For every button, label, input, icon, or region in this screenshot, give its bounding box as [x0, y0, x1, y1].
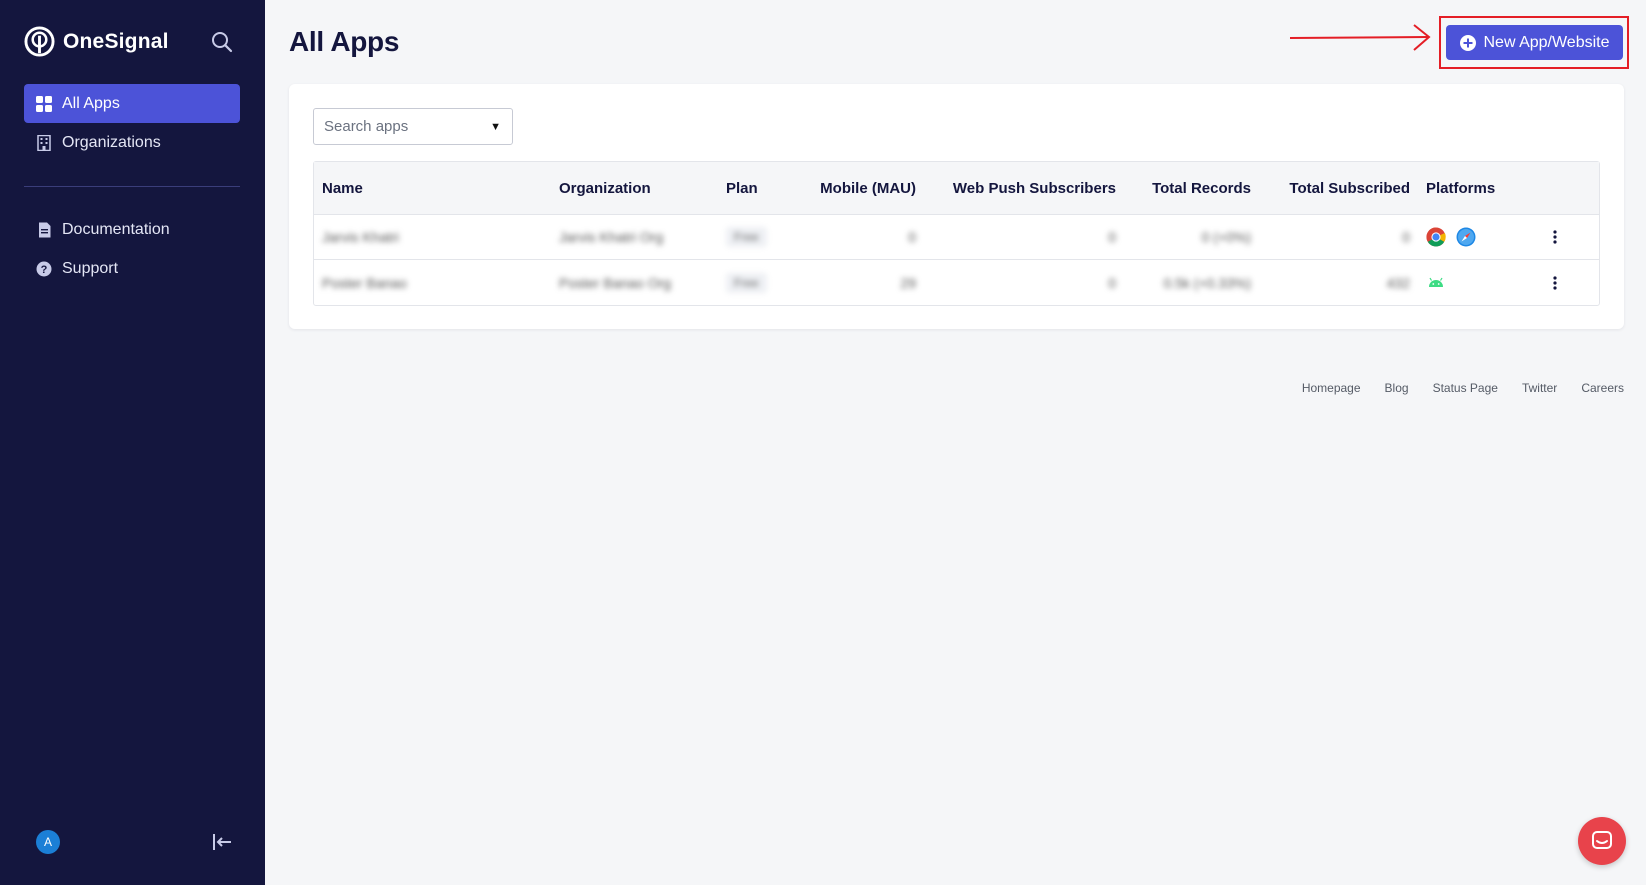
nav-label-organizations: Organizations: [62, 133, 161, 151]
nav-item-support[interactable]: ? Support: [24, 249, 240, 288]
avatar[interactable]: A: [36, 830, 60, 854]
platforms-cell: [1418, 273, 1546, 293]
column-header-total-subscribed[interactable]: Total Subscribed: [1259, 180, 1418, 197]
brand-name: OneSignal: [63, 29, 169, 53]
building-icon: [36, 134, 52, 151]
onesignal-logo-icon: [24, 26, 55, 57]
mau-value: 0: [908, 229, 916, 245]
footer-link-status-page[interactable]: Status Page: [1433, 381, 1498, 395]
plan-cell: Free: [726, 272, 804, 293]
search-apps-select[interactable]: Search apps ▼: [313, 108, 513, 145]
page-title: All Apps: [289, 26, 400, 57]
column-header-organization[interactable]: Organization: [559, 180, 726, 197]
total-records-value: 0 (+0%): [1201, 229, 1251, 245]
chrome-icon: [1426, 227, 1446, 247]
table-row[interactable]: Jarvis Khatri Jarvis Khatri Org Free 0 0…: [314, 215, 1599, 260]
row-menu-cell: [1546, 273, 1599, 293]
row-menu-cell: [1546, 227, 1599, 247]
nav-item-all-apps[interactable]: All Apps: [24, 84, 240, 123]
column-header-web-push[interactable]: Web Push Subscribers: [924, 180, 1124, 197]
total-records-value: 0.5k (+0.33%): [1163, 274, 1251, 291]
column-header-plan[interactable]: Plan: [726, 180, 804, 197]
platforms-cell: [1418, 227, 1546, 247]
nav-label-support: Support: [62, 259, 119, 277]
app-organization: Poster Banao Org: [559, 274, 672, 291]
chat-icon: [1592, 831, 1612, 849]
annotation-arrow-icon: [1289, 24, 1431, 51]
column-header-name[interactable]: Name: [314, 180, 559, 197]
column-header-mau[interactable]: Mobile (MAU): [804, 180, 924, 197]
search-icon[interactable]: [210, 30, 234, 54]
column-header-total-records[interactable]: Total Records: [1124, 180, 1259, 197]
grid-icon: [36, 95, 52, 112]
kebab-menu-icon[interactable]: [1546, 227, 1564, 247]
column-header-platforms: Platforms: [1426, 179, 1496, 197]
sidebar: OneSignal All Apps Organizations Documen…: [0, 0, 265, 885]
new-app-website-label: New App/Website: [1483, 33, 1610, 51]
search-apps-placeholder: Search apps: [324, 118, 409, 135]
web-push-value: 0: [1108, 274, 1116, 291]
web-push-value: 0: [1108, 229, 1116, 245]
plan-badge: Free: [726, 227, 767, 247]
total-subscribed-value: 0: [1402, 229, 1410, 245]
primary-nav: All Apps Organizations: [24, 84, 240, 162]
footer-link-careers[interactable]: Careers: [1581, 381, 1624, 395]
help-icon: ?: [36, 261, 52, 277]
app-name[interactable]: Jarvis Khatri: [314, 229, 559, 245]
footer-link-blog[interactable]: Blog: [1385, 381, 1409, 395]
brand[interactable]: OneSignal: [24, 26, 169, 57]
table-header: Name Organization Plan Mobile (MAU) Web …: [314, 162, 1599, 215]
nav-item-documentation[interactable]: Documentation: [24, 210, 240, 249]
app-organization: Jarvis Khatri Org: [559, 229, 664, 245]
plus-circle-icon: [1459, 34, 1476, 51]
app-name[interactable]: Poster Banao: [314, 275, 559, 291]
nav-divider: [24, 186, 240, 187]
nav-item-organizations[interactable]: Organizations: [24, 123, 240, 162]
secondary-nav: Documentation ? Support: [24, 210, 240, 288]
caret-down-icon: ▼: [490, 121, 501, 133]
apps-table: Name Organization Plan Mobile (MAU) Web …: [313, 161, 1600, 306]
chat-launcher-button[interactable]: [1578, 817, 1626, 865]
safari-icon: [1456, 227, 1476, 247]
plan-badge: Free: [726, 272, 767, 293]
footer-link-twitter[interactable]: Twitter: [1522, 381, 1557, 395]
svg-text:?: ?: [41, 264, 48, 276]
mau-value: 29: [900, 274, 916, 291]
nav-label-documentation: Documentation: [62, 220, 170, 238]
footer-link-homepage[interactable]: Homepage: [1302, 381, 1361, 395]
plan-cell: Free: [726, 227, 804, 247]
apps-card: Search apps ▼ Name Organization Plan Mob…: [289, 84, 1624, 329]
table-row[interactable]: Poster Banao Poster Banao Org Free 29 0 …: [314, 260, 1599, 305]
collapse-sidebar-icon[interactable]: [210, 830, 234, 854]
nav-label-all-apps: All Apps: [62, 94, 120, 112]
document-icon: [36, 222, 52, 238]
footer-links: Homepage Blog Status Page Twitter Career…: [1302, 381, 1624, 395]
android-icon: [1429, 277, 1443, 287]
new-app-website-button[interactable]: New App/Website: [1446, 25, 1623, 60]
total-subscribed-value: 432: [1386, 274, 1410, 291]
kebab-menu-icon[interactable]: [1546, 273, 1564, 293]
